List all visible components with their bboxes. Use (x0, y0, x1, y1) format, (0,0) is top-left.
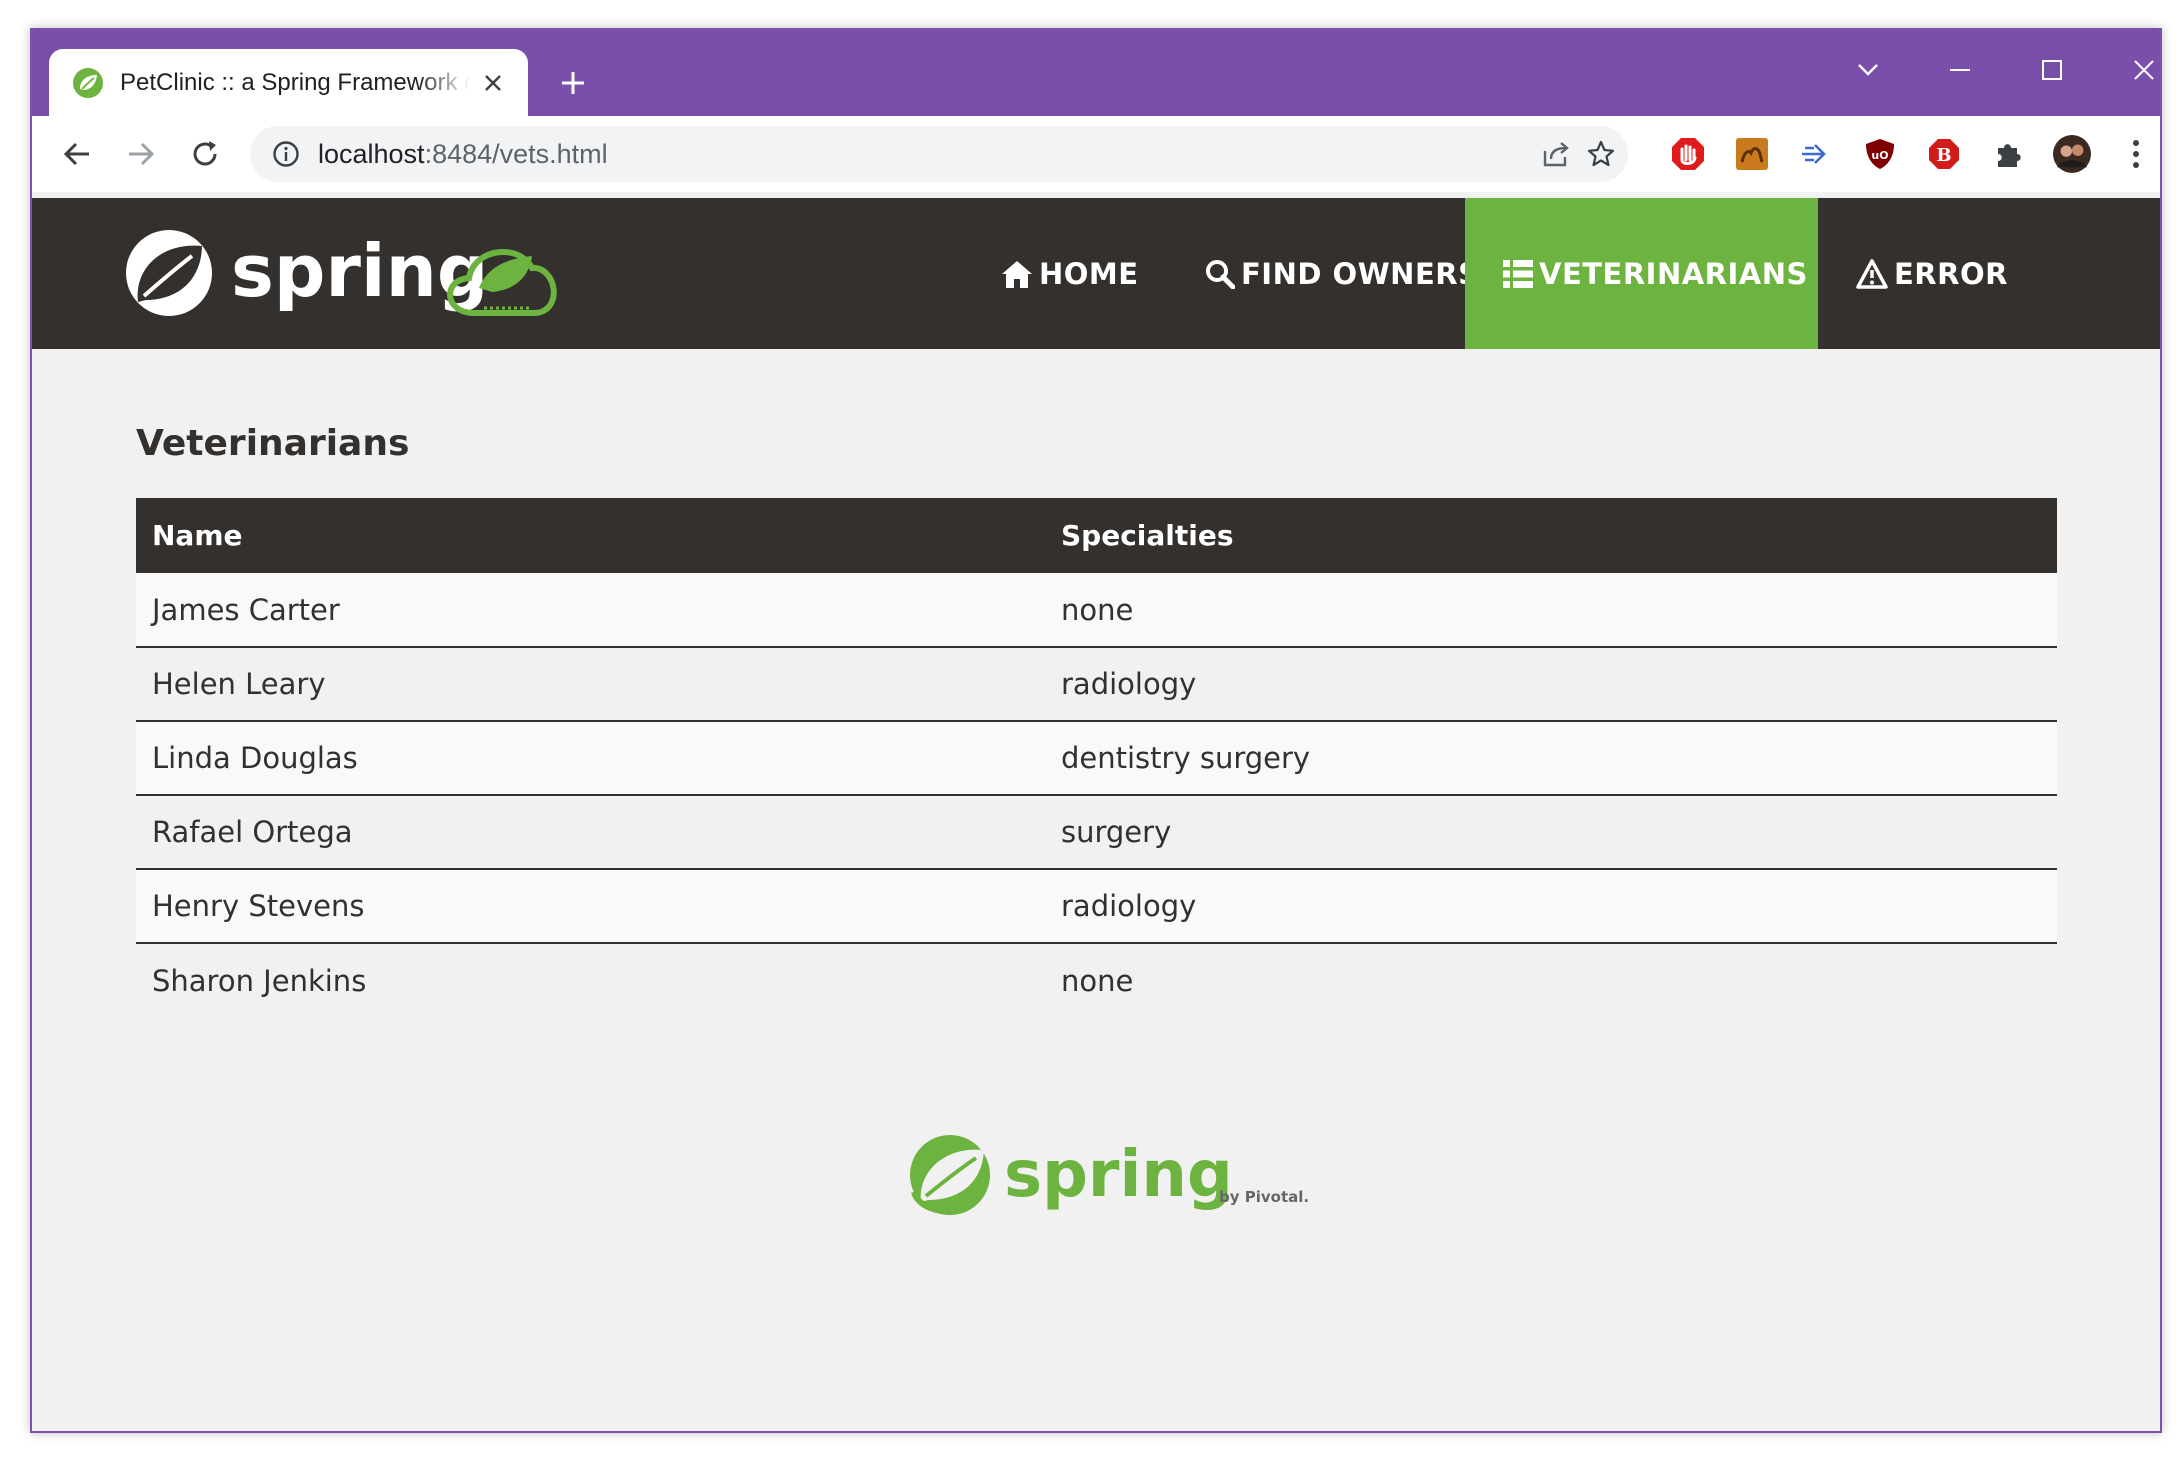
table-row: James Carter none (136, 573, 2057, 648)
vet-specialties: radiology (1045, 647, 2057, 722)
vet-name: Linda Douglas (136, 721, 1045, 796)
forward-icon[interactable] (120, 133, 162, 175)
spring-leaf-icon (73, 67, 103, 98)
table-row: Linda Douglas dentistry surgery (136, 721, 2057, 796)
table-row: Sharon Jenkins none (136, 943, 2057, 1017)
tab-search-icon[interactable] (1838, 48, 1898, 92)
nav-error[interactable]: ERROR (1856, 198, 2008, 349)
vet-specialties: surgery (1045, 795, 2057, 870)
browser-menu-icon[interactable] (2117, 135, 2155, 173)
maximize-icon[interactable] (2022, 48, 2082, 92)
close-tab-icon[interactable] (480, 70, 506, 96)
vet-specialties: dentistry surgery (1045, 721, 2057, 796)
url-host: localhost (318, 138, 425, 169)
list-icon (1503, 259, 1533, 288)
spring-logo[interactable]: spring (124, 218, 594, 328)
vet-name: Rafael Ortega (136, 795, 1045, 870)
camel-extension-icon[interactable] (1733, 135, 1771, 173)
site-navbar: spring HOME FIND OWNERS VETERINARIANS ER… (32, 198, 2160, 349)
table-row: Helen Leary radiology (136, 647, 2057, 722)
vet-specialties: none (1045, 943, 2057, 1017)
nav-home[interactable]: HOME (1001, 198, 1139, 349)
minimize-icon[interactable] (1930, 48, 1990, 92)
tab-strip: PetClinic :: a Spring Framework demonstr… (32, 30, 2160, 116)
vet-specialties: none (1045, 573, 2057, 648)
browser-tab[interactable]: PetClinic :: a Spring Framework demonstr… (49, 49, 528, 116)
extensions-puzzle-icon[interactable] (1989, 135, 2027, 173)
share-icon[interactable] (1540, 138, 1572, 170)
by-pivotal-text: by Pivotal. (1219, 1188, 1309, 1206)
browser-toolbar: localhost:8484/vets.html uO B (32, 116, 2160, 284)
profile-avatar[interactable] (2053, 135, 2091, 173)
address-bar[interactable]: localhost:8484/vets.html (250, 126, 1628, 182)
nav-veterinarians-label: VETERINARIANS (1539, 256, 1808, 291)
search-icon (1206, 259, 1235, 289)
table-row: Henry Stevens radiology (136, 869, 2057, 944)
site-info-icon[interactable] (270, 138, 302, 170)
column-header-name: Name (136, 498, 1045, 573)
nav-find-owners-label: FIND OWNERS (1241, 256, 1480, 291)
table-row: Rafael Ortega surgery (136, 795, 2057, 870)
column-header-specialties: Specialties (1045, 498, 2057, 573)
close-window-icon[interactable] (2114, 48, 2160, 92)
tab-title: PetClinic :: a Spring Framework demonstr… (120, 68, 470, 96)
nav-veterinarians[interactable]: VETERINARIANS (1465, 198, 1818, 349)
nav-home-label: HOME (1039, 256, 1139, 291)
url-text[interactable]: localhost:8484/vets.html (318, 139, 608, 170)
vet-name: Sharon Jenkins (136, 943, 1045, 1017)
home-icon (1002, 260, 1032, 288)
vet-specialties: radiology (1045, 869, 2057, 944)
adblock-extension-icon[interactable] (1669, 135, 1707, 173)
back-icon[interactable] (56, 133, 98, 175)
vet-name: James Carter (136, 573, 1045, 648)
vets-table: Name Specialties James Carter none Helen… (136, 498, 2057, 1017)
bitwarden-b-extension-icon[interactable]: B (1925, 135, 1963, 173)
nav-find-owners[interactable]: FIND OWNERS (1205, 198, 1479, 349)
reload-icon[interactable] (184, 133, 226, 175)
url-path: :8484/vets.html (424, 138, 608, 169)
footer-logo-text: spring (1004, 1138, 1233, 1212)
ublock-extension-icon[interactable]: uO (1861, 135, 1899, 173)
table-header-row: Name Specialties (136, 498, 2057, 573)
nav-error-label: ERROR (1894, 256, 2008, 291)
vet-name: Henry Stevens (136, 869, 1045, 944)
svg-text:B: B (1936, 145, 1951, 166)
page-title: Veterinarians (136, 423, 410, 464)
warning-icon (1856, 258, 1888, 289)
send-tab-extension-icon[interactable] (1797, 135, 1835, 173)
svg-text:uO: uO (1871, 149, 1888, 162)
vet-name: Helen Leary (136, 647, 1045, 722)
spring-by-pivotal-logo: spring by Pivotal. (910, 1135, 1309, 1215)
browser-window: PetClinic :: a Spring Framework demonstr… (30, 28, 2162, 1433)
bookmark-star-icon[interactable] (1585, 138, 1617, 170)
new-tab-button[interactable] (553, 63, 593, 103)
